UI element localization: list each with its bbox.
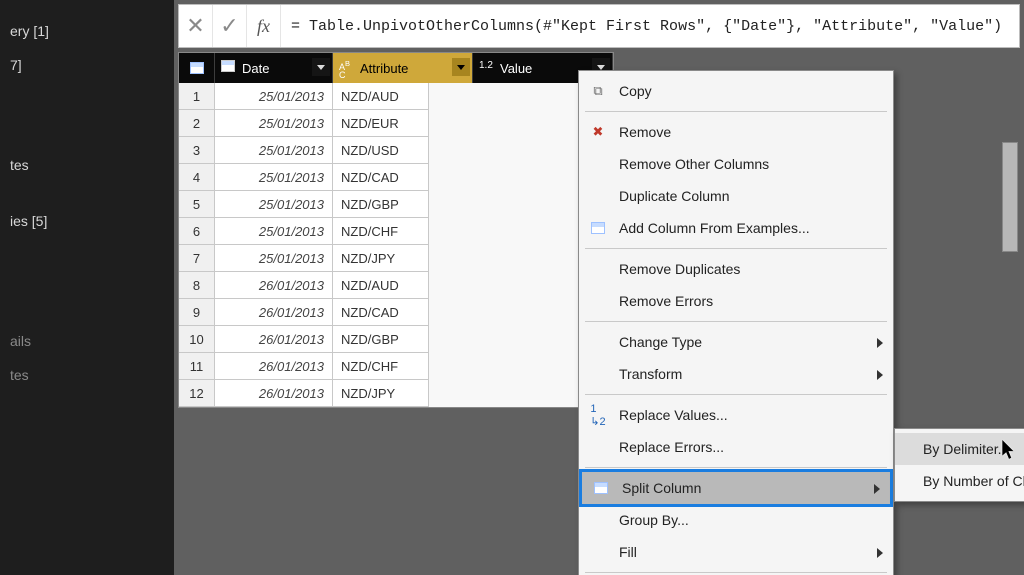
cell-date[interactable]: 25/01/2013 <box>215 83 333 110</box>
column-dropdown-icon[interactable] <box>452 58 470 76</box>
table-row[interactable]: 725/01/2013NZD/JPY <box>179 245 613 272</box>
sidebar-item[interactable]: ery [1] <box>10 14 164 48</box>
confirm-formula-button[interactable]: ✓ <box>213 5 247 47</box>
table-row[interactable]: 525/01/2013NZD/GBP <box>179 191 613 218</box>
cell-attribute[interactable]: NZD/AUD <box>333 272 429 299</box>
sidebar-item[interactable]: 7] <box>10 48 164 82</box>
formula-bar: ✕ ✓ fx = Table.UnpivotOtherColumns(#"Kep… <box>178 4 1020 48</box>
cell-date[interactable]: 26/01/2013 <box>215 272 333 299</box>
cell-attribute[interactable]: NZD/JPY <box>333 380 429 407</box>
data-grid[interactable]: Date ABC Attribute 1.2 Value 125/01/2013… <box>178 52 614 408</box>
table-row[interactable]: 926/01/2013NZD/CAD <box>179 299 613 326</box>
ctx-replace-values[interactable]: 1↳2Replace Values... <box>579 399 893 431</box>
column-dropdown-icon[interactable] <box>312 58 330 76</box>
queries-sidebar: ery [1] 7] tes ies [5] ails tes <box>0 0 174 575</box>
calendar-icon <box>221 60 237 76</box>
cell-attribute[interactable]: NZD/JPY <box>333 245 429 272</box>
sidebar-item[interactable]: ies [5] <box>10 204 164 238</box>
row-number: 9 <box>179 299 215 326</box>
cell-date[interactable]: 25/01/2013 <box>215 191 333 218</box>
column-header-attribute[interactable]: ABC Attribute <box>333 53 473 83</box>
column-label: Date <box>242 61 269 76</box>
cell-date[interactable]: 26/01/2013 <box>215 380 333 407</box>
ctx-remove-duplicates[interactable]: Remove Duplicates <box>579 253 893 285</box>
select-all-corner[interactable] <box>179 53 215 83</box>
mouse-cursor <box>1002 440 1018 460</box>
ctx-change-type[interactable]: Change Type <box>579 326 893 358</box>
cell-date[interactable]: 26/01/2013 <box>215 299 333 326</box>
table-plus-icon <box>589 219 607 237</box>
table-row[interactable]: 125/01/2013NZD/AUD <box>179 83 613 110</box>
cell-attribute[interactable]: NZD/GBP <box>333 326 429 353</box>
cell-attribute[interactable]: NZD/CHF <box>333 353 429 380</box>
cell-date[interactable]: 25/01/2013 <box>215 110 333 137</box>
row-number: 5 <box>179 191 215 218</box>
ctx-fill[interactable]: Fill <box>579 536 893 568</box>
cell-attribute[interactable]: NZD/EUR <box>333 110 429 137</box>
ctx-group-by[interactable]: Group By... <box>579 504 893 536</box>
cell-attribute[interactable]: NZD/USD <box>333 137 429 164</box>
ctx-replace-errors[interactable]: Replace Errors... <box>579 431 893 463</box>
ctx-remove-other[interactable]: Remove Other Columns <box>579 148 893 180</box>
row-number: 3 <box>179 137 215 164</box>
sidebar-item: tes <box>10 358 164 392</box>
number-type-icon: 1.2 <box>479 60 495 76</box>
column-label: Value <box>500 61 532 76</box>
row-number: 8 <box>179 272 215 299</box>
text-type-icon: ABC <box>339 60 355 76</box>
table-row[interactable]: 625/01/2013NZD/CHF <box>179 218 613 245</box>
cell-date[interactable]: 25/01/2013 <box>215 218 333 245</box>
table-row[interactable]: 826/01/2013NZD/AUD <box>179 272 613 299</box>
cell-attribute[interactable]: NZD/CAD <box>333 299 429 326</box>
cell-attribute[interactable]: NZD/CHF <box>333 218 429 245</box>
table-row[interactable]: 325/01/2013NZD/USD <box>179 137 613 164</box>
cell-attribute[interactable]: NZD/CAD <box>333 164 429 191</box>
table-row[interactable]: 1126/01/2013NZD/CHF <box>179 353 613 380</box>
row-number: 12 <box>179 380 215 407</box>
cell-attribute[interactable]: NZD/AUD <box>333 83 429 110</box>
split-icon <box>592 479 610 497</box>
ctx-split-column[interactable]: Split Column <box>579 469 893 507</box>
table-row[interactable]: 425/01/2013NZD/CAD <box>179 164 613 191</box>
sidebar-item: ails <box>10 324 164 358</box>
column-label: Attribute <box>360 61 408 76</box>
row-number: 11 <box>179 353 215 380</box>
sidebar-item[interactable]: tes <box>10 148 164 182</box>
remove-icon: ✖ <box>589 123 607 141</box>
column-context-menu: ⧉Copy ✖Remove Remove Other Columns Dupli… <box>578 70 894 575</box>
formula-text[interactable]: = Table.UnpivotOtherColumns(#"Kept First… <box>281 18 1019 35</box>
row-number: 7 <box>179 245 215 272</box>
row-number: 1 <box>179 83 215 110</box>
ctx-transform[interactable]: Transform <box>579 358 893 390</box>
cell-date[interactable]: 25/01/2013 <box>215 245 333 272</box>
cell-date[interactable]: 26/01/2013 <box>215 326 333 353</box>
cell-date[interactable]: 25/01/2013 <box>215 164 333 191</box>
table-row[interactable]: 1026/01/2013NZD/GBP <box>179 326 613 353</box>
row-number: 10 <box>179 326 215 353</box>
cell-date[interactable]: 25/01/2013 <box>215 137 333 164</box>
fx-icon[interactable]: fx <box>247 5 281 47</box>
row-number: 6 <box>179 218 215 245</box>
ctx-copy[interactable]: ⧉Copy <box>579 75 893 107</box>
column-header-date[interactable]: Date <box>215 53 333 83</box>
copy-icon: ⧉ <box>589 82 607 100</box>
row-number: 2 <box>179 110 215 137</box>
cell-attribute[interactable]: NZD/GBP <box>333 191 429 218</box>
table-row[interactable]: 1226/01/2013NZD/JPY <box>179 380 613 407</box>
ctx-add-from-examples[interactable]: Add Column From Examples... <box>579 212 893 244</box>
main-area: ✕ ✓ fx = Table.UnpivotOtherColumns(#"Kep… <box>174 0 1024 575</box>
cancel-formula-button[interactable]: ✕ <box>179 5 213 47</box>
subctx-by-characters[interactable]: By Number of Characters... <box>895 465 1024 497</box>
vertical-scrollbar[interactable] <box>1002 142 1018 252</box>
ctx-remove[interactable]: ✖Remove <box>579 116 893 148</box>
ctx-remove-errors[interactable]: Remove Errors <box>579 285 893 317</box>
cell-date[interactable]: 26/01/2013 <box>215 353 333 380</box>
row-number: 4 <box>179 164 215 191</box>
app-root: ery [1] 7] tes ies [5] ails tes ✕ ✓ fx =… <box>0 0 1024 575</box>
replace-icon: 1↳2 <box>589 406 607 424</box>
table-row[interactable]: 225/01/2013NZD/EUR <box>179 110 613 137</box>
grid-header-row: Date ABC Attribute 1.2 Value <box>179 53 613 83</box>
ctx-duplicate[interactable]: Duplicate Column <box>579 180 893 212</box>
